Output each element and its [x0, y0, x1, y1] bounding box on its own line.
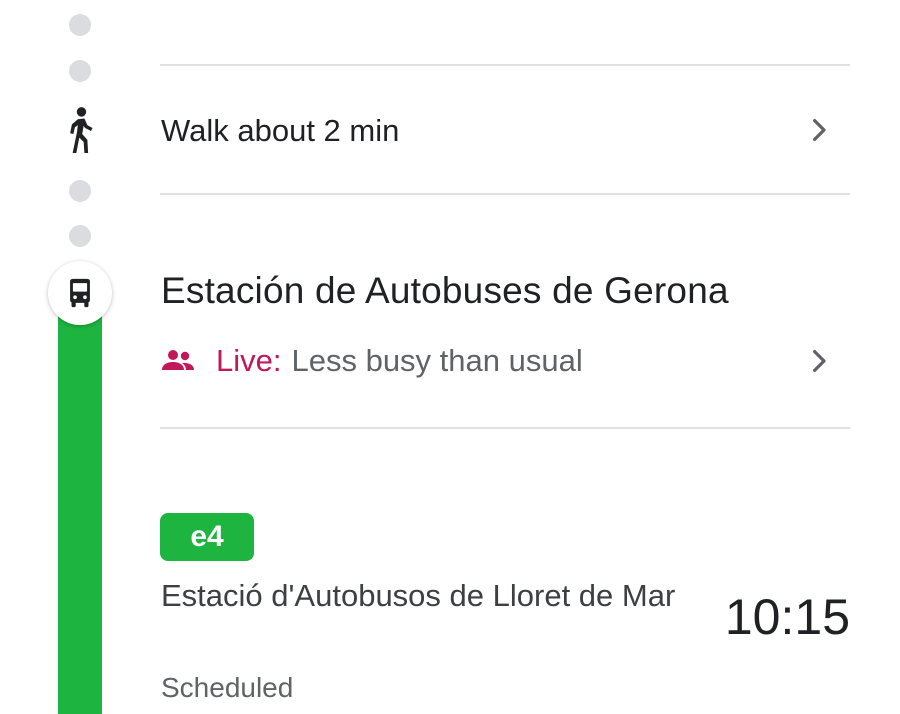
- busyness-row[interactable]: Live: Less busy than usual: [160, 338, 583, 384]
- bus-icon: [70, 278, 90, 308]
- stop-name[interactable]: Estación de Autobuses de Gerona: [161, 270, 729, 312]
- route-badge[interactable]: e4: [160, 513, 254, 561]
- timeline-dot: [69, 180, 91, 202]
- people-icon: [162, 350, 194, 370]
- chevron-right-icon[interactable]: [804, 113, 834, 147]
- divider: [160, 64, 850, 66]
- timeline-dot: [69, 14, 91, 36]
- route-destination: Estació d'Autobusos de Lloret de Mar: [161, 578, 676, 613]
- chevron-right-icon[interactable]: [804, 344, 834, 378]
- bus-stop-marker: [48, 261, 112, 325]
- departure-time: 10:15: [724, 589, 850, 645]
- walk-step-label[interactable]: Walk about 2 min: [161, 113, 399, 149]
- divider: [160, 427, 850, 429]
- timeline-dot: [69, 60, 91, 82]
- departure-status: Scheduled: [161, 672, 294, 703]
- route-line: [58, 294, 102, 714]
- live-label: Live:: [216, 343, 282, 378]
- person-walking-icon: [70, 107, 93, 154]
- divider: [160, 193, 850, 195]
- busyness-text: Less busy than usual: [291, 343, 583, 378]
- timeline-dot: [69, 225, 91, 247]
